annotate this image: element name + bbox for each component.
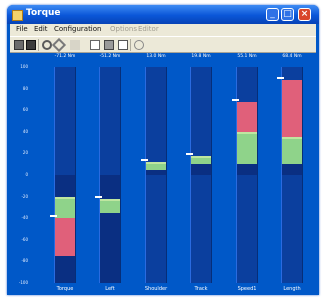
copy-icon[interactable] <box>90 40 100 50</box>
y-tick-label: 40 <box>22 128 28 134</box>
menu-bar: File Edit Configuration Options Editor <box>10 24 316 36</box>
y-tick-label: -60 <box>21 236 28 242</box>
mid-segment <box>55 196 75 219</box>
bar-value-label: 19.8 Nm <box>191 54 211 59</box>
maximize-button[interactable]: □ <box>281 8 294 21</box>
help-icon[interactable] <box>134 40 144 50</box>
range-segment <box>100 175 120 283</box>
value-marker <box>232 98 239 101</box>
drag-handle[interactable] <box>282 137 302 140</box>
bar-name-label: Torque <box>56 286 74 292</box>
paste-icon[interactable] <box>118 40 128 50</box>
app-icon <box>12 10 23 21</box>
bar-value-label: 13.0 Nm <box>146 54 166 59</box>
wrench-icon[interactable] <box>42 40 52 50</box>
y-tick-label: -100 <box>18 280 28 285</box>
mid-segment <box>100 198 120 213</box>
range-segment <box>237 164 257 175</box>
bar-track[interactable] <box>190 67 212 283</box>
y-tick-label: 80 <box>22 85 28 91</box>
drag-handle[interactable] <box>191 155 211 158</box>
top-segment <box>282 79 302 138</box>
menu-configuration[interactable]: Configuration <box>54 25 101 33</box>
top-segment <box>237 101 257 132</box>
drag-handle[interactable] <box>55 196 75 199</box>
bar-name-label: Length <box>283 286 301 292</box>
mid-segment <box>282 137 302 165</box>
menu-editor[interactable]: Editor <box>138 25 159 33</box>
bar-value-label: 55.1 Nm <box>237 54 257 59</box>
value-marker <box>141 159 148 162</box>
range-segment <box>191 164 211 175</box>
bar-value-label: -71.2 Nm <box>54 54 76 59</box>
value-marker <box>95 195 102 198</box>
blank-icon[interactable] <box>70 40 80 50</box>
window-title: Torque <box>26 8 61 18</box>
mid-segment <box>237 131 257 165</box>
print-icon[interactable] <box>104 40 114 50</box>
bar-value-label: -51.2 Nm <box>99 54 121 59</box>
app-window: Torque _ □ × File Edit Configuration Option… <box>7 5 319 295</box>
drag-handle[interactable] <box>100 198 120 201</box>
bar-track[interactable] <box>145 67 167 283</box>
y-tick-label: 20 <box>22 150 28 156</box>
close-button[interactable]: × <box>298 8 311 21</box>
value-marker <box>50 215 57 218</box>
y-tick-label: 0 <box>25 172 28 177</box>
toolbar <box>10 36 316 53</box>
menu-options[interactable]: Options <box>110 25 137 33</box>
range-segment <box>282 164 302 175</box>
y-tick-label: -80 <box>21 258 28 264</box>
tools-icon[interactable] <box>51 37 67 53</box>
torque-chart: 100 80 60 40 20 0 -20 -40 -60 -80 -100 -71.2 Nm Torq… <box>10 53 316 295</box>
title-bar[interactable]: Torque _ □ × <box>7 5 319 24</box>
open-icon[interactable] <box>14 40 24 50</box>
menu-file[interactable]: File <box>16 25 28 33</box>
bar-value-label: 68.4 Nm <box>282 54 302 59</box>
value-marker <box>186 152 193 155</box>
bar-track[interactable] <box>236 67 258 283</box>
bar-name-label: Speed1 <box>237 286 257 292</box>
toolbar-separator <box>38 39 39 51</box>
bar-track[interactable] <box>281 67 303 283</box>
drag-handle[interactable] <box>237 131 257 134</box>
minimize-button[interactable]: _ <box>266 8 279 21</box>
save-icon[interactable] <box>26 40 36 50</box>
y-tick-label: -20 <box>21 193 28 199</box>
bar-name-label: Left <box>105 286 115 292</box>
y-tick-label: 60 <box>22 107 28 113</box>
toolbar-separator <box>130 39 131 51</box>
drag-handle[interactable] <box>146 162 166 165</box>
menu-edit[interactable]: Edit <box>34 25 48 33</box>
y-tick-label: 100 <box>20 64 28 69</box>
bar-track[interactable] <box>54 67 76 283</box>
bar-name-label: Track <box>194 286 208 292</box>
bar-track[interactable] <box>99 67 121 283</box>
y-tick-label: -40 <box>21 215 28 221</box>
bar-name-label: Shoulder <box>144 286 168 292</box>
value-marker <box>277 76 284 79</box>
top-segment <box>55 218 75 256</box>
